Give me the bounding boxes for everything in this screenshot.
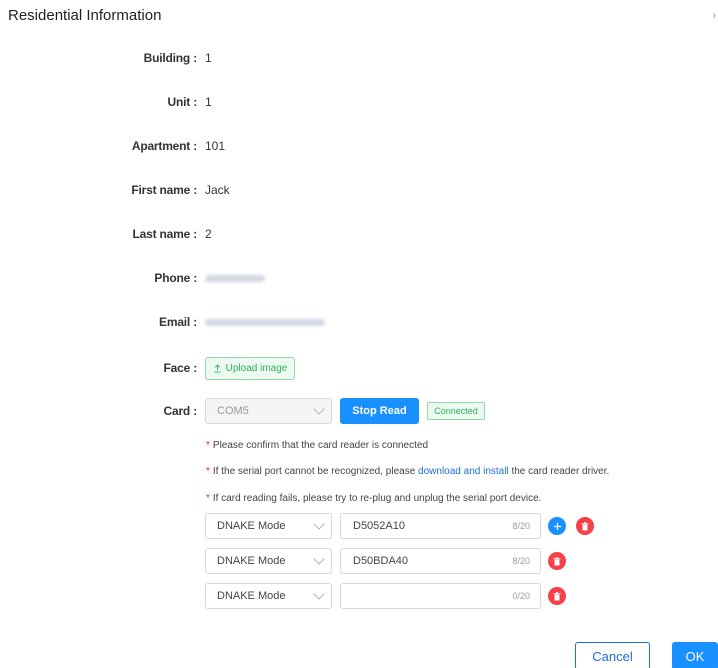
- chevron-down-icon: [313, 403, 325, 415]
- card-mode-select[interactable]: DNAKE Mode: [205, 513, 332, 539]
- apartment-row: Apartment : 101: [0, 134, 718, 158]
- unit-label: Unit :: [167, 95, 198, 109]
- card-mode-value: DNAKE Mode: [217, 520, 286, 532]
- card-number-input[interactable]: D5052A10 8/20: [340, 513, 541, 539]
- email-label: Email :: [159, 315, 197, 329]
- card-number-input[interactable]: 0/20: [340, 583, 541, 609]
- trash-icon: [581, 521, 589, 530]
- trash-icon: [553, 591, 561, 600]
- last-name-row: Last name : 2: [0, 222, 718, 246]
- building-row: Building : 1: [0, 46, 718, 70]
- chevron-down-icon: [313, 518, 325, 530]
- serial-port-select[interactable]: COM5: [205, 398, 332, 424]
- connected-status-badge: Connected: [427, 402, 485, 420]
- add-card-button[interactable]: [548, 517, 566, 535]
- trash-icon: [553, 556, 561, 565]
- char-count: 8/20: [512, 556, 530, 566]
- plus-icon: [553, 522, 561, 530]
- first-name-row: First name : Jack: [0, 178, 718, 202]
- card-mode-value: DNAKE Mode: [217, 555, 286, 567]
- first-name-label: First name :: [131, 183, 197, 197]
- phone-value-redacted: [205, 271, 265, 285]
- card-mode-select[interactable]: DNAKE Mode: [205, 583, 332, 609]
- apartment-value: 101: [205, 139, 226, 153]
- note-replug: * If card reading fails, please try to re…: [206, 493, 542, 504]
- delete-card-button[interactable]: [576, 517, 594, 535]
- face-row: Face :: [0, 356, 718, 380]
- building-value: 1: [205, 51, 212, 65]
- cancel-button[interactable]: Cancel: [575, 642, 650, 668]
- card-number-value: D5052A10: [353, 520, 405, 532]
- email-row: Email :: [0, 310, 718, 334]
- unit-value: 1: [205, 95, 212, 109]
- building-label: Building :: [143, 51, 198, 65]
- first-name-value: Jack: [205, 183, 230, 197]
- delete-card-button[interactable]: [548, 587, 566, 605]
- serial-port-value: COM5: [217, 405, 249, 417]
- last-name-value: 2: [205, 227, 212, 241]
- card-label: Card :: [163, 404, 198, 418]
- download-install-link[interactable]: download and install: [418, 466, 509, 477]
- chevron-down-icon: [313, 553, 325, 565]
- note-serial-port: * If the serial port cannot be recognized…: [206, 466, 610, 477]
- phone-row: Phone :: [0, 266, 718, 290]
- card-mode-select[interactable]: DNAKE Mode: [205, 548, 332, 574]
- stop-read-button[interactable]: Stop Read: [340, 398, 419, 424]
- apartment-label: Apartment :: [131, 139, 197, 153]
- last-name-label: Last name :: [132, 227, 198, 241]
- close-chevron-icon[interactable]: ›: [712, 10, 716, 22]
- card-number-value: D50BDA40: [353, 555, 409, 567]
- unit-row: Unit : 1: [0, 90, 718, 114]
- delete-card-button[interactable]: [548, 552, 566, 570]
- chevron-down-icon: [313, 588, 325, 600]
- phone-label: Phone :: [154, 271, 197, 285]
- upload-image-button[interactable]: Upload image: [205, 357, 295, 380]
- card-number-input[interactable]: D50BDA40 8/20: [340, 548, 541, 574]
- email-value-redacted: [205, 315, 325, 329]
- card-mode-value: DNAKE Mode: [217, 590, 286, 602]
- char-count: 8/20: [512, 521, 530, 531]
- upload-icon: [213, 364, 221, 373]
- char-count: 0/20: [512, 591, 530, 601]
- ok-button[interactable]: OK: [672, 642, 718, 668]
- upload-image-label: Upload image: [225, 363, 288, 374]
- face-label: Face :: [163, 361, 198, 375]
- dialog-title: Residential Information: [8, 7, 162, 24]
- note-confirm-reader: * Please confirm that the card reader is …: [206, 440, 429, 451]
